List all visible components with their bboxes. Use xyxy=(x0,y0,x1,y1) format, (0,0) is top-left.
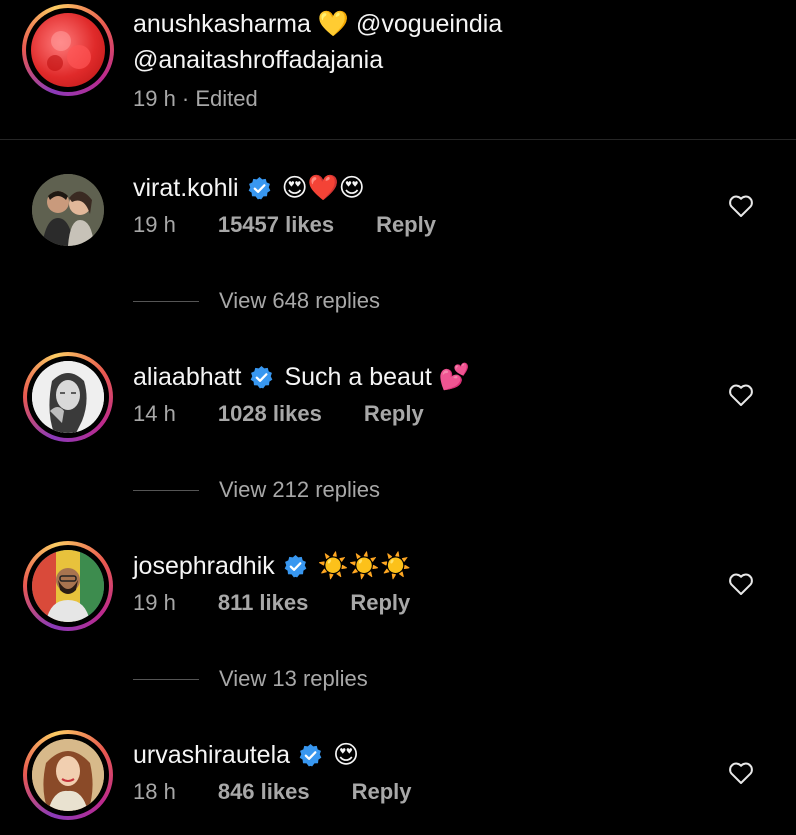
mention-anaitashroffadajania[interactable]: @anaitashroffadajania xyxy=(133,46,383,74)
reply-button[interactable]: Reply xyxy=(364,401,424,427)
comment-text: ☀️☀️☀️ xyxy=(317,551,412,580)
caption-avatar[interactable] xyxy=(22,4,114,96)
verified-badge-icon xyxy=(284,554,307,577)
comment-aliaabhatt: aliaabhatt Such a beaut 💕 14 h 1028 like… xyxy=(0,352,796,447)
comment-text: Such a beaut 💕 xyxy=(284,362,470,391)
verified-badge-icon xyxy=(248,176,270,199)
comment-likes[interactable]: 15457 likes xyxy=(218,212,334,238)
comment-username[interactable]: urvashirautela xyxy=(133,741,290,770)
red-flower-icon xyxy=(47,31,91,71)
caption-timestamp: 19 h · Edited xyxy=(133,86,258,111)
comment-likes[interactable]: 1028 likes xyxy=(218,401,322,427)
post-caption: anushkasharma 💛 @vogueindia @anaitashrof… xyxy=(0,0,796,140)
comment-username[interactable]: josephradhik xyxy=(133,552,275,581)
reply-button[interactable]: Reply xyxy=(376,212,436,238)
comment-virat-kohli: virat.kohli 😍❤️😍 19 h 15457 likes Reply xyxy=(0,168,796,258)
divider xyxy=(133,678,199,680)
profile-photo-icon xyxy=(32,739,104,811)
comment-likes[interactable]: 846 likes xyxy=(218,779,310,805)
caption-username[interactable]: anushkasharma xyxy=(133,10,311,38)
view-replies-label[interactable]: View 13 replies xyxy=(219,666,368,692)
like-heart-icon[interactable] xyxy=(728,572,754,596)
profile-photo-icon xyxy=(32,361,104,433)
view-replies-link[interactable]: View 648 replies xyxy=(133,286,380,316)
view-replies-link[interactable]: View 212 replies xyxy=(133,475,380,505)
comment-timestamp: 19 h xyxy=(133,212,176,237)
like-heart-icon[interactable] xyxy=(728,383,754,407)
avatar[interactable] xyxy=(23,730,113,820)
profile-photo-icon xyxy=(32,174,104,246)
comment-text: 😍❤️😍 xyxy=(281,174,365,202)
avatar[interactable] xyxy=(23,541,113,631)
like-heart-icon[interactable] xyxy=(728,761,754,785)
avatar[interactable] xyxy=(32,174,104,246)
comment-text: 😍 xyxy=(333,741,360,769)
reply-button[interactable]: Reply xyxy=(352,779,412,805)
mention-vogueindia[interactable]: @vogueindia xyxy=(356,10,502,38)
comment-timestamp: 19 h xyxy=(133,590,176,615)
verified-badge-icon xyxy=(299,743,322,766)
comment-josephradhik: josephradhik ☀️☀️☀️ 19 h 811 likes Reply xyxy=(0,541,796,636)
comment-timestamp: 18 h xyxy=(133,779,176,804)
view-replies-link[interactable]: View 13 replies xyxy=(133,664,368,694)
comment-username[interactable]: virat.kohli xyxy=(133,174,239,203)
avatar[interactable] xyxy=(23,352,113,442)
view-replies-label[interactable]: View 212 replies xyxy=(219,477,380,503)
like-heart-icon[interactable] xyxy=(728,194,754,218)
yellow-heart-emoji: 💛 xyxy=(317,10,349,38)
comment-likes[interactable]: 811 likes xyxy=(218,590,309,616)
comment-username[interactable]: aliaabhatt xyxy=(133,363,241,392)
comment-urvashirautela: urvashirautela 😍 18 h 846 likes Reply xyxy=(0,730,796,825)
divider xyxy=(133,489,199,491)
caption-text: anushkasharma 💛 @vogueindia @anaitashrof… xyxy=(133,6,502,78)
reply-button[interactable]: Reply xyxy=(350,590,410,616)
verified-badge-icon xyxy=(251,365,273,388)
view-replies-label[interactable]: View 648 replies xyxy=(219,288,380,314)
divider xyxy=(133,300,199,302)
comment-timestamp: 14 h xyxy=(133,401,176,426)
profile-photo-icon xyxy=(32,550,104,622)
